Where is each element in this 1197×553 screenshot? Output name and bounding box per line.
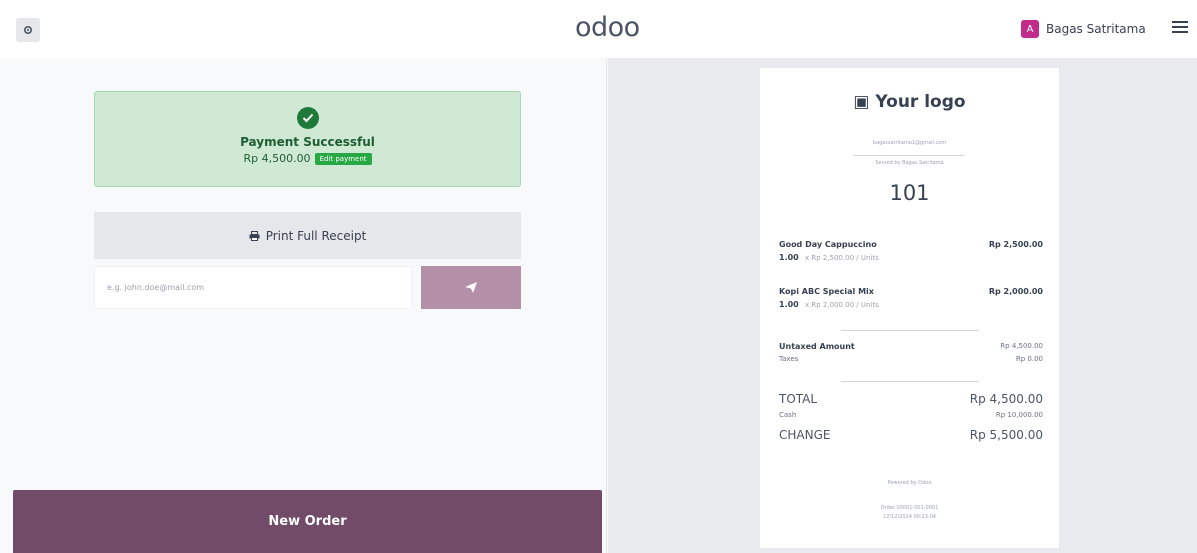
line-item-qty-row: 1.00 x Rp 2,500.00 / Units bbox=[779, 253, 1043, 262]
divider bbox=[841, 381, 979, 382]
cash-row: Cash Rp 10,000.00 bbox=[779, 411, 1043, 419]
image-icon: ▣ bbox=[853, 92, 870, 112]
taxes-value: Rp 0.00 bbox=[1015, 355, 1043, 363]
total-label: TOTAL bbox=[779, 392, 818, 406]
receipt-line-item: Good Day Cappuccino Rp 2,500.00 1.00 x R… bbox=[779, 240, 1043, 262]
payment-amount-row: Rp 4,500.00 Edit payment bbox=[95, 152, 520, 165]
receipt-logo-text: Your logo bbox=[875, 92, 966, 112]
change-label: CHANGE bbox=[779, 428, 831, 442]
line-item-price: Rp 2,000.00 bbox=[988, 287, 1043, 296]
line-item-qty: 1.00 bbox=[779, 253, 799, 262]
change-row: CHANGE Rp 5,500.00 bbox=[779, 428, 1043, 442]
receipt-order-number: 101 bbox=[889, 181, 930, 205]
edit-payment-button[interactable]: Edit payment bbox=[314, 152, 372, 165]
payment-panel: Payment Successful Rp 4,500.00 Edit paym… bbox=[0, 58, 607, 553]
payment-status-title: Payment Successful bbox=[240, 135, 375, 149]
line-item-unit: x Rp 2,000.00 / Units bbox=[804, 301, 879, 309]
change-value: Rp 5,500.00 bbox=[969, 428, 1043, 442]
untaxed-value: Rp 4,500.00 bbox=[1000, 342, 1043, 350]
printer-icon bbox=[249, 230, 260, 241]
receipt-order-ref: Order 00001-001-0001 bbox=[880, 505, 939, 511]
total-row: TOTAL Rp 4,500.00 bbox=[779, 392, 1043, 406]
receipt-served-by: Served by Bagas Satritama bbox=[875, 160, 944, 166]
send-email-button[interactable] bbox=[421, 266, 521, 309]
untaxed-row: Untaxed Amount Rp 4,500.00 bbox=[779, 342, 1043, 351]
line-item-price: Rp 2,500.00 bbox=[988, 240, 1043, 249]
email-input[interactable]: e.g. john.doe@mail.com bbox=[94, 266, 412, 309]
receipt-preview-panel: ▣ Your logo bagassatritama1@gmail.com Se… bbox=[608, 58, 1197, 553]
gear-icon bbox=[23, 25, 33, 35]
receipt-line-item: Kopi ABC Special Mix Rp 2,000.00 1.00 x … bbox=[779, 287, 1043, 309]
receipt-powered-by: Powered by Odoo bbox=[887, 480, 932, 486]
line-item-qty-row: 1.00 x Rp 2,000.00 / Units bbox=[779, 300, 1043, 309]
line-item-unit: x Rp 2,500.00 / Units bbox=[804, 254, 879, 262]
paper-plane-icon bbox=[465, 282, 477, 293]
receipt-email: bagassatritama1@gmail.com bbox=[872, 140, 947, 146]
taxes-label: Taxes bbox=[779, 355, 799, 363]
avatar: A bbox=[1021, 20, 1039, 38]
print-receipt-button[interactable]: Print Full Receipt bbox=[94, 212, 521, 259]
payment-success-banner: Payment Successful Rp 4,500.00 Edit paym… bbox=[94, 91, 521, 187]
divider bbox=[841, 330, 979, 331]
receipt-datetime: 12/12/2024 00:23:04 bbox=[883, 514, 936, 520]
divider bbox=[854, 155, 964, 156]
payment-amount: Rp 4,500.00 bbox=[243, 152, 311, 165]
print-receipt-label: Print Full Receipt bbox=[265, 228, 367, 243]
odoo-logo: odoo bbox=[575, 12, 640, 43]
new-order-button[interactable]: New Order bbox=[13, 490, 602, 553]
check-circle-icon bbox=[296, 107, 319, 129]
untaxed-label: Untaxed Amount bbox=[779, 342, 855, 351]
cash-value: Rp 10,000.00 bbox=[995, 411, 1043, 419]
line-item-qty: 1.00 bbox=[779, 300, 799, 309]
user-menu[interactable]: A Bagas Satritama bbox=[1021, 20, 1146, 38]
hamburger-menu-icon[interactable] bbox=[1172, 21, 1188, 35]
settings-button[interactable] bbox=[16, 18, 40, 42]
user-name: Bagas Satritama bbox=[1046, 22, 1146, 36]
receipt: ▣ Your logo bagassatritama1@gmail.com Se… bbox=[760, 68, 1059, 548]
total-value: Rp 4,500.00 bbox=[969, 392, 1043, 406]
top-bar: odoo A Bagas Satritama bbox=[0, 0, 1197, 58]
receipt-logo: ▣ Your logo bbox=[760, 92, 1059, 112]
cash-label: Cash bbox=[779, 411, 797, 419]
taxes-row: Taxes Rp 0.00 bbox=[779, 355, 1043, 363]
